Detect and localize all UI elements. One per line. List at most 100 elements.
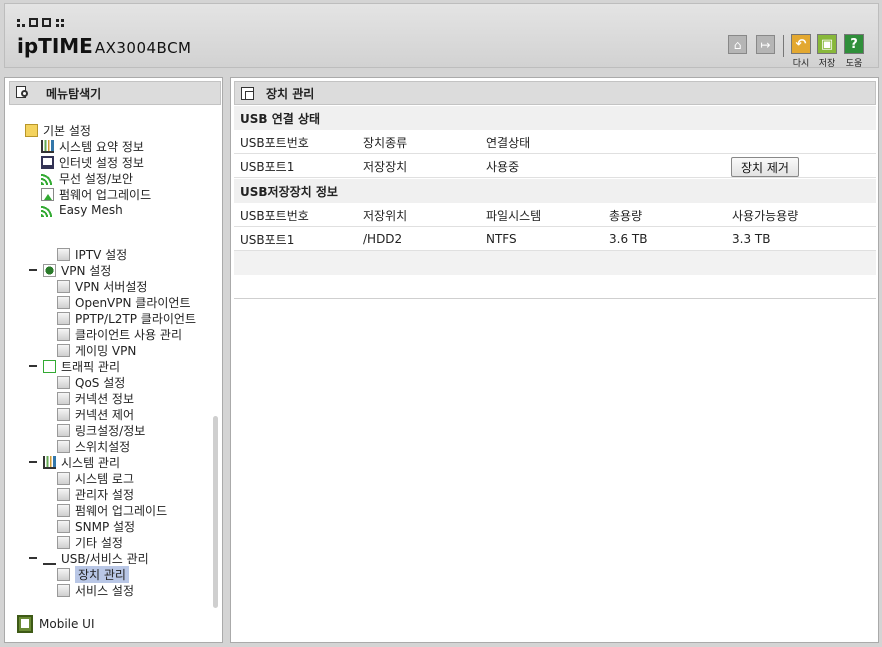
save-icon: ▣ [817, 34, 837, 54]
page-icon [57, 535, 70, 549]
page-icon [57, 439, 70, 453]
main-panel: 장치 관리 USB 연결 상태 USB포트번호 장치종류 연결상태 USB포트1… [230, 77, 879, 643]
logout-icon[interactable]: ↦ [756, 35, 775, 54]
column-header: 장치종류 [363, 135, 408, 150]
usb-status-header-row: USB포트번호 장치종류 연결상태 [234, 130, 876, 154]
column-header: 총용량 [609, 208, 643, 223]
tree-item-system[interactable]: 시스템 관리 [29, 454, 120, 470]
tree-item-iptv[interactable]: IPTV 설정 [57, 246, 127, 262]
tree-item-syslog[interactable]: 시스템 로그 [57, 470, 134, 486]
tree-item-device-mgmt[interactable]: 장치 관리 [57, 565, 129, 583]
mesh-icon [41, 203, 54, 217]
save-button[interactable]: ▣ 저장 [817, 34, 837, 69]
column-header: 파일시스템 [486, 208, 542, 223]
table-cell: USB포트1 [240, 159, 295, 174]
column-header: 사용가능용량 [732, 208, 799, 223]
tree-item-admin[interactable]: 관리자 설정 [57, 486, 134, 502]
tree-item-vpn[interactable]: VPN 설정 [29, 262, 111, 278]
menu-explorer-panel: 메뉴탐색기 기본 설정 시스템 요약 정보 인터넷 설정 정보 무선 설정/보안… [4, 77, 223, 643]
tree-item-etc[interactable]: 기타 설정 [57, 534, 123, 550]
page-icon [57, 375, 70, 389]
tree-item-link[interactable]: 링크설정/정보 [57, 422, 145, 438]
mobile-icon [17, 615, 33, 633]
wifi-icon [41, 171, 54, 185]
table-cell: 저장장치 [363, 159, 408, 174]
empty-row [234, 275, 876, 299]
reload-button[interactable]: ↶ 다시 [791, 34, 811, 69]
tree-item-qos[interactable]: QoS 설정 [57, 374, 125, 390]
usb-status-heading: USB 연결 상태 [234, 106, 876, 130]
page-title-bar: 장치 관리 [234, 81, 876, 105]
header-bar: ipTIME AX3004BCM ⌂ ↦ ↶ 다시 ▣ 저장 ? 도움 [4, 3, 879, 69]
window-icon [241, 86, 254, 100]
column-header: USB포트번호 [240, 208, 309, 223]
tree-item-firmware-upgrade[interactable]: 펌웨어 업그레이드 [41, 186, 151, 202]
page-icon [57, 391, 70, 405]
storage-header-row: USB포트번호 저장위치 파일시스템 총용량 사용가능용량 [234, 203, 876, 227]
table-row: USB포트1 /HDD2 NTFS 3.6 TB 3.3 TB [234, 227, 876, 251]
storage-info-heading: USB저장장치 정보 [234, 179, 876, 203]
chart-icon [43, 455, 56, 469]
tree-item-wireless[interactable]: 무선 설정/보안 [41, 170, 133, 186]
help-button[interactable]: ? 도움 [844, 34, 864, 69]
table-cell: 3.3 TB [732, 232, 771, 246]
home-icon[interactable]: ⌂ [728, 35, 747, 54]
page-icon [57, 407, 70, 421]
column-header: USB포트번호 [240, 135, 309, 150]
page-icon [57, 503, 70, 517]
reload-icon: ↶ [791, 34, 811, 54]
collapse-icon[interactable] [29, 269, 37, 271]
tree-item-traffic[interactable]: 트래픽 관리 [29, 358, 120, 374]
table-cell: NTFS [486, 232, 517, 246]
usb-icon [43, 551, 56, 565]
tree-item-internet[interactable]: 인터넷 설정 정보 [41, 154, 144, 170]
tree-item-conn-info[interactable]: 커넥션 정보 [57, 390, 134, 406]
collapse-icon[interactable] [29, 461, 37, 463]
page-icon [57, 279, 70, 293]
empty-row [234, 251, 876, 275]
column-header: 저장위치 [363, 208, 408, 223]
reload-label: 다시 [792, 59, 810, 69]
tree-item-snmp[interactable]: SNMP 설정 [57, 518, 135, 534]
collapse-icon[interactable] [29, 365, 37, 367]
tree-item-basic[interactable]: 기본 설정 [25, 122, 91, 138]
page-icon [57, 311, 70, 325]
page-icon [57, 471, 70, 485]
collapse-icon[interactable] [29, 557, 37, 559]
page-title: 장치 관리 [266, 86, 315, 101]
table-cell: 사용중 [486, 159, 520, 174]
menu-explorer-title: 메뉴탐색기 [9, 81, 221, 105]
help-icon: ? [844, 34, 864, 54]
upgrade-icon [41, 187, 54, 201]
sidebar-scrollbar[interactable] [213, 416, 218, 608]
mobile-ui-link[interactable]: Mobile UI [17, 615, 95, 633]
tree-item-easymesh[interactable]: Easy Mesh [41, 202, 123, 218]
chart-icon [41, 139, 54, 153]
column-header: 연결상태 [486, 135, 531, 150]
tree-item-gaming-vpn[interactable]: 게이밍 VPN [57, 342, 136, 358]
vpn-icon [43, 263, 56, 277]
traffic-icon [43, 359, 56, 373]
divider [234, 298, 876, 299]
tree-item-usb-service[interactable]: USB/서비스 관리 [29, 550, 149, 566]
tree-item-openvpn[interactable]: OpenVPN 클라이언트 [57, 294, 191, 310]
divider [783, 35, 784, 57]
help-label: 도움 [845, 59, 863, 69]
tree-item-fw-upgrade[interactable]: 펌웨어 업그레이드 [57, 502, 167, 518]
folder-icon [25, 123, 38, 137]
tree-item-system-summary[interactable]: 시스템 요약 정보 [41, 138, 144, 154]
table-cell: 3.6 TB [609, 232, 648, 246]
remove-device-button[interactable]: 장치 제거 [731, 157, 799, 177]
model-name: AX3004BCM [94, 39, 192, 57]
tree-item-switch[interactable]: 스위치설정 [57, 438, 130, 454]
tree-item-service[interactable]: 서비스 설정 [57, 582, 134, 598]
tree-item-pptp[interactable]: PPTP/L2TP 클라이언트 [57, 310, 196, 326]
page-icon [57, 327, 70, 341]
page-icon [57, 295, 70, 309]
page-icon [57, 487, 70, 501]
tree-item-vpn-server[interactable]: VPN 서버설정 [57, 278, 147, 294]
tree-item-conn-ctrl[interactable]: 커넥션 제어 [57, 406, 134, 422]
page-icon [57, 343, 70, 357]
logo-mark [17, 15, 64, 27]
tree-item-client-mgmt[interactable]: 클라이언트 사용 관리 [57, 326, 182, 342]
